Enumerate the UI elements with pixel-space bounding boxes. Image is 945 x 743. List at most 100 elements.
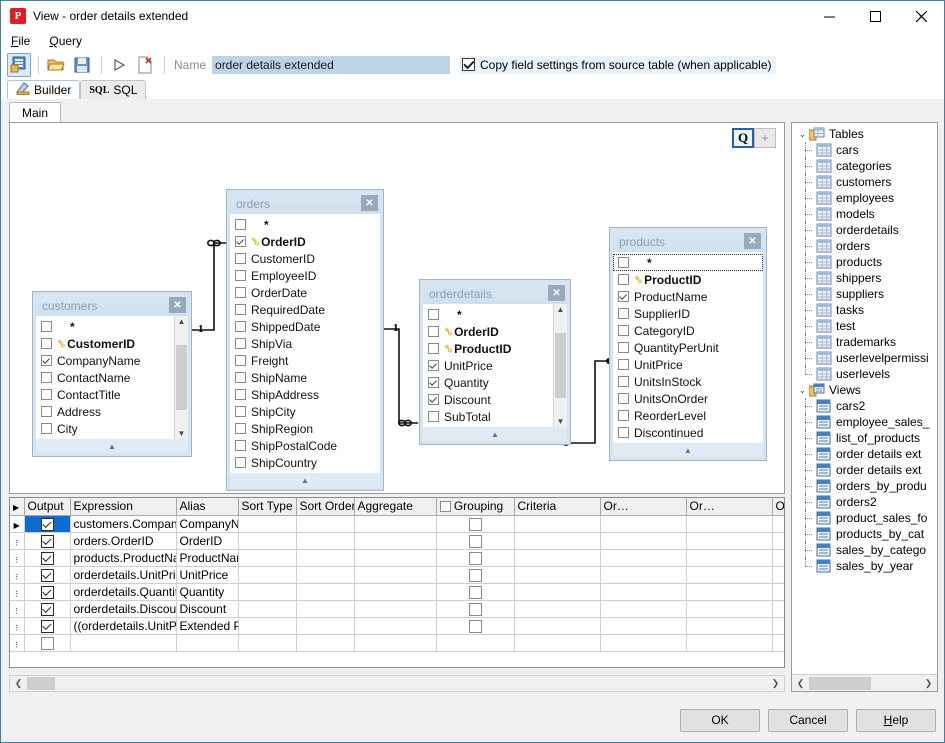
- table-column-row[interactable]: ShipCountry: [230, 454, 380, 471]
- cell-alias[interactable]: UnitPrice: [176, 566, 238, 583]
- tree-item-orders-by-produ[interactable]: orders_by_produ: [794, 478, 937, 494]
- output-checkbox[interactable]: [41, 535, 54, 548]
- table-column-row[interactable]: ReorderLevel: [613, 407, 763, 424]
- tree-item-products[interactable]: products: [794, 254, 937, 270]
- column-checkbox[interactable]: [428, 377, 439, 388]
- cell-sort-type[interactable]: [238, 566, 296, 583]
- column-checkbox[interactable]: [618, 359, 629, 370]
- tree-item-employees[interactable]: employees: [794, 190, 937, 206]
- cell-or3[interactable]: [772, 515, 785, 532]
- table-column-list[interactable]: *⚷CustomerIDCompanyNameContactNameContac…: [36, 316, 188, 439]
- table-row[interactable]: ⋮ orderdetails.QuantitQuantity: [10, 583, 785, 600]
- table-column-row[interactable]: QuantityPerUnit: [613, 339, 763, 356]
- cell-criteria[interactable]: [514, 549, 600, 566]
- cell-sort-type[interactable]: [238, 549, 296, 566]
- new-icon[interactable]: [133, 53, 157, 77]
- scroll-down-icon[interactable]: ▼: [178, 429, 186, 438]
- object-tree-pane[interactable]: ⌄Tablescarscategoriescustomersemployeesm…: [791, 122, 938, 692]
- tree-item-orders2[interactable]: orders2: [794, 494, 937, 510]
- output-cell[interactable]: [24, 600, 70, 617]
- column-checkbox[interactable]: [235, 321, 246, 332]
- column-checkbox[interactable]: [41, 321, 52, 332]
- column-checkbox[interactable]: [428, 360, 439, 371]
- table-column-row[interactable]: SupplierID: [613, 305, 763, 322]
- table-column-row[interactable]: *: [36, 318, 174, 335]
- table-box-customers[interactable]: customers✕*⚷CustomerIDCompanyNameContact…: [32, 291, 192, 457]
- cell-or2[interactable]: [686, 549, 772, 566]
- menu-query[interactable]: Query: [47, 32, 91, 50]
- table-column-row[interactable]: ShipAddress: [230, 386, 380, 403]
- cell-expression[interactable]: customers.Company: [70, 515, 176, 532]
- column-checkbox[interactable]: [618, 291, 629, 302]
- cell-expression[interactable]: orders.OrderID: [70, 532, 176, 549]
- column-checkbox[interactable]: [235, 304, 246, 315]
- table-column-row[interactable]: CustomerID: [230, 250, 380, 267]
- copy-field-settings-row[interactable]: Copy field settings from source table (w…: [460, 56, 775, 74]
- cell-or2[interactable]: [686, 566, 772, 583]
- grid-header-or-[interactable]: Or…: [686, 498, 772, 515]
- view-name-input[interactable]: [212, 56, 450, 74]
- table-column-row[interactable]: ShipName: [230, 369, 380, 386]
- column-checkbox[interactable]: [235, 236, 246, 247]
- cell-sort-order[interactable]: [296, 617, 354, 634]
- grid-header-output[interactable]: Output: [24, 498, 70, 515]
- table-box-orderdetails[interactable]: orderdetails✕*⚷OrderID⚷ProductIDUnitPric…: [419, 279, 571, 445]
- cell-sort-type[interactable]: [238, 600, 296, 617]
- table-box-orders[interactable]: orders✕*⚷OrderIDCustomerIDEmployeeIDOrde…: [226, 189, 384, 491]
- column-checkbox[interactable]: [235, 253, 246, 264]
- cell-or3[interactable]: [772, 600, 785, 617]
- grouping-cell[interactable]: [436, 583, 514, 600]
- cell-criteria[interactable]: [514, 583, 600, 600]
- grid-header-grouping[interactable]: Grouping: [436, 498, 514, 515]
- table-column-row[interactable]: Address: [36, 403, 174, 420]
- cell-aggregate[interactable]: [354, 566, 436, 583]
- cell-criteria[interactable]: [514, 532, 600, 549]
- cell-or3[interactable]: [772, 549, 785, 566]
- table-column-list[interactable]: *⚷OrderID⚷ProductIDUnitPriceQuantityDisc…: [423, 304, 567, 427]
- cell-or1[interactable]: [600, 634, 686, 651]
- chevron-down-icon[interactable]: ⌄: [796, 385, 809, 396]
- grid-header-sort-type[interactable]: Sort Type: [238, 498, 296, 515]
- table-box-collapse-handle[interactable]: ▲: [613, 443, 763, 457]
- table-column-row[interactable]: EmployeeID: [230, 267, 380, 284]
- table-column-row[interactable]: ⚷ProductID: [423, 340, 553, 357]
- grouping-checkbox[interactable]: [469, 620, 482, 633]
- table-row[interactable]: ⋮((orderdetails.UnitPrExtended Pr: [10, 617, 785, 634]
- cell-or3[interactable]: [772, 532, 785, 549]
- grouping-cell[interactable]: [436, 617, 514, 634]
- tree-item-orders[interactable]: orders: [794, 238, 937, 254]
- column-checkbox[interactable]: [618, 393, 629, 404]
- grid-header-or-[interactable]: Or…: [772, 498, 785, 515]
- tree-scroll-right-icon[interactable]: ❯: [920, 678, 937, 689]
- cell-alias[interactable]: Quantity: [176, 583, 238, 600]
- column-checkbox[interactable]: [235, 355, 246, 366]
- cell-or1[interactable]: [600, 583, 686, 600]
- cell-criteria[interactable]: [514, 634, 600, 651]
- scroll-thumb[interactable]: [555, 333, 566, 398]
- cell-aggregate[interactable]: [354, 617, 436, 634]
- output-cell[interactable]: [24, 566, 70, 583]
- cell-alias[interactable]: CompanyNa: [176, 515, 238, 532]
- tree-group-views[interactable]: ⌄Views: [794, 382, 937, 398]
- table-row[interactable]: ⋮orderdetails.DiscounDiscount: [10, 600, 785, 617]
- column-checkbox[interactable]: [235, 457, 246, 468]
- cell-or2[interactable]: [686, 634, 772, 651]
- cell-or1[interactable]: [600, 566, 686, 583]
- table-row[interactable]: ⋮orderdetails.UnitPricUnitPrice: [10, 566, 785, 583]
- table-column-row[interactable]: RequiredDate: [230, 301, 380, 318]
- grid-header-expression[interactable]: Expression: [70, 498, 176, 515]
- table-box-header[interactable]: customers✕: [36, 295, 188, 316]
- cell-expression[interactable]: orderdetails.Quantit: [70, 583, 176, 600]
- output-cell[interactable]: [24, 515, 70, 532]
- column-checkbox[interactable]: [428, 326, 439, 337]
- cell-criteria[interactable]: [514, 617, 600, 634]
- cell-sort-order[interactable]: [296, 634, 354, 651]
- table-column-row[interactable]: ContactName: [36, 369, 174, 386]
- row-selector[interactable]: ⋮: [10, 583, 24, 600]
- table-list-scrollbar[interactable]: ▲▼: [553, 304, 567, 427]
- tree-item-tasks[interactable]: tasks: [794, 302, 937, 318]
- column-checkbox[interactable]: [235, 270, 246, 281]
- table-row[interactable]: ▶customers.CompanyCompanyNa: [10, 515, 785, 532]
- grouping-cell[interactable]: [436, 532, 514, 549]
- tree-item-order-details-ext[interactable]: order details ext: [794, 446, 937, 462]
